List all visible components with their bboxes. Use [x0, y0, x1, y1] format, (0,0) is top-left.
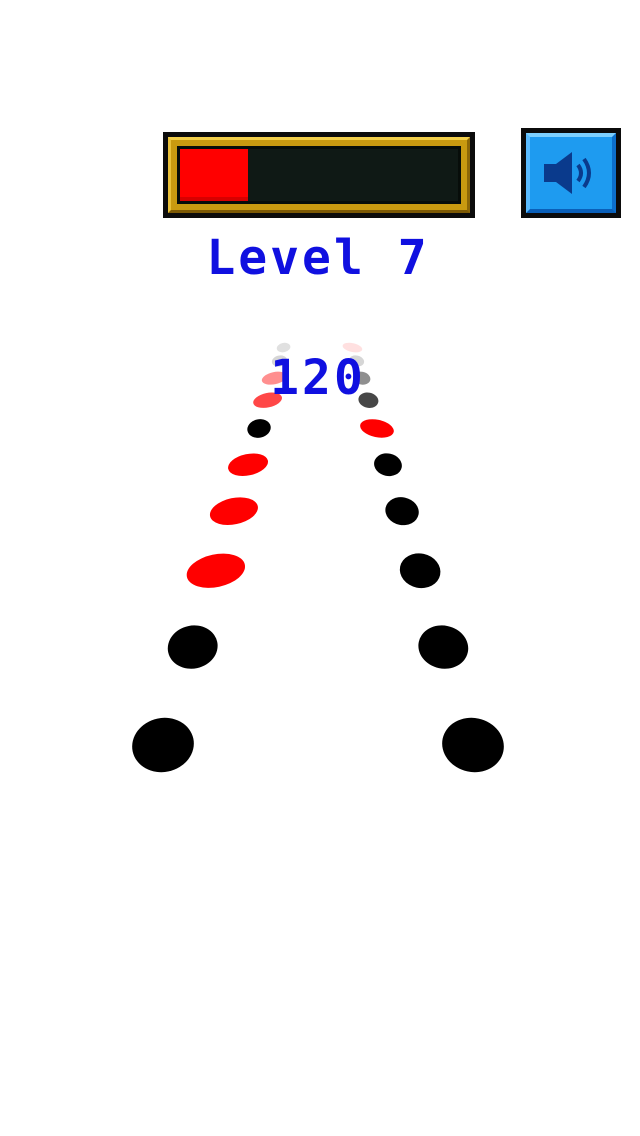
red-tile-right-row-6[interactable]	[358, 416, 395, 440]
black-tile-right-row-2[interactable]	[414, 621, 472, 673]
red-tile-left-row-3[interactable]	[183, 549, 248, 593]
game-screen[interactable]: Level 7 120	[0, 0, 640, 1136]
black-tile-right-row-1[interactable]	[437, 712, 509, 778]
black-tile-right-row-5[interactable]	[372, 451, 404, 479]
black-tile-left-row-1[interactable]	[127, 712, 199, 778]
black-tile-left-row-2[interactable]	[164, 621, 222, 673]
black-tile-right-row-3[interactable]	[397, 550, 444, 592]
red-tile-left-row-5[interactable]	[226, 450, 270, 479]
score-counter: 120	[270, 350, 366, 406]
red-tile-left-row-4[interactable]	[207, 493, 260, 529]
black-tile-left-row-6[interactable]	[246, 417, 273, 440]
black-tile-right-row-4[interactable]	[383, 494, 422, 528]
tile-track[interactable]	[0, 0, 640, 1136]
